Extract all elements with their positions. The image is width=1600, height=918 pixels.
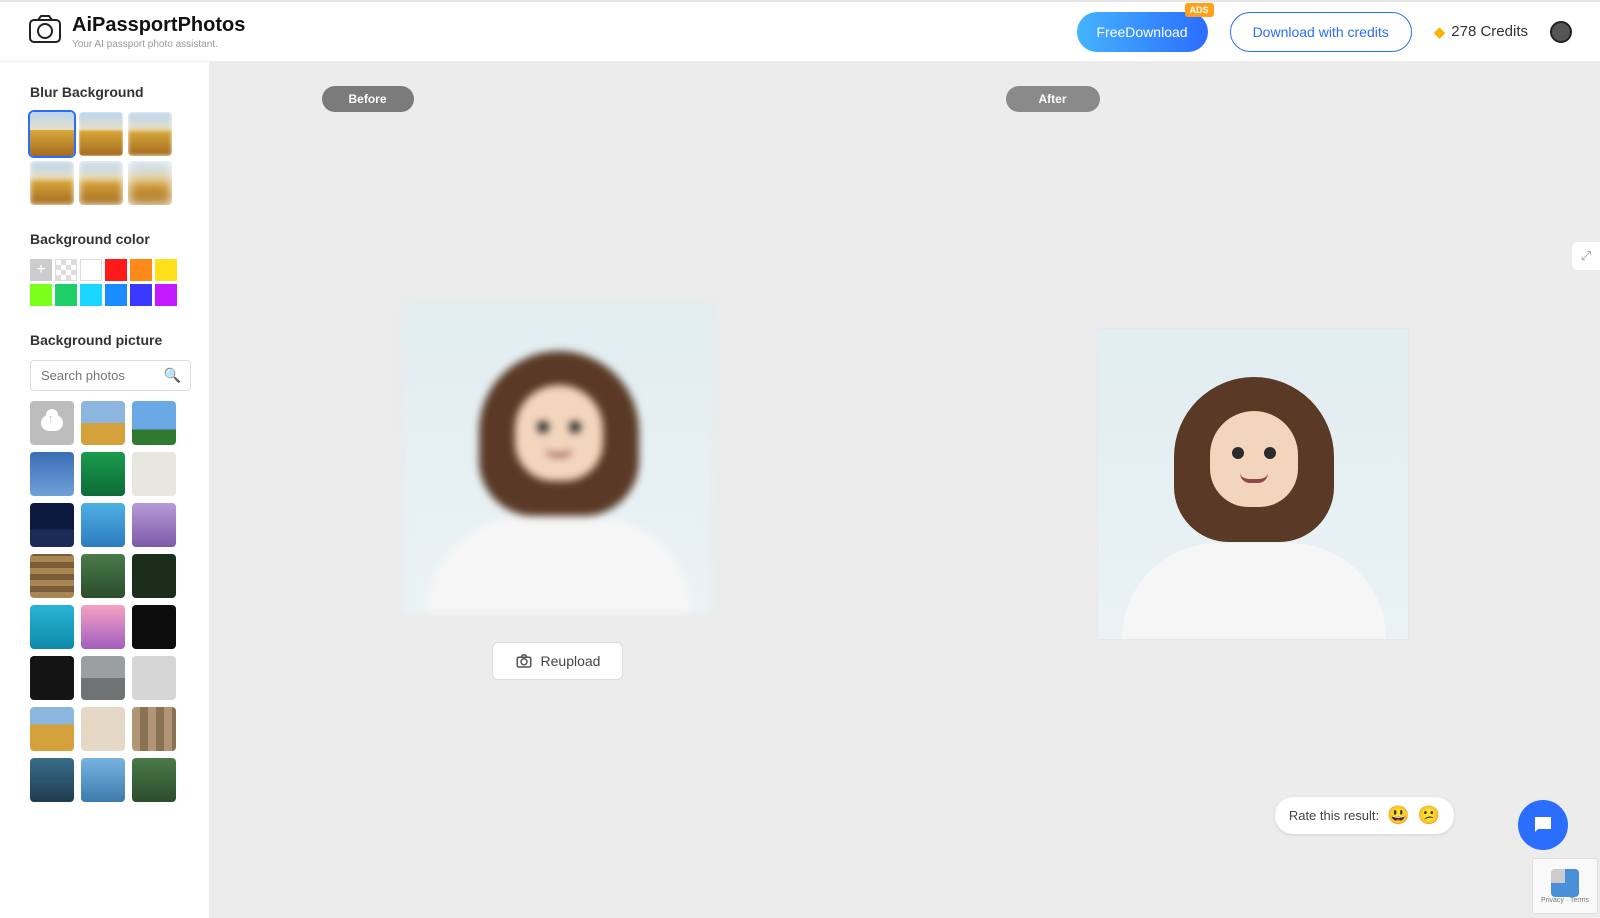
- color-swatch-green[interactable]: [55, 284, 77, 306]
- help-chat-button[interactable]: [1518, 800, 1568, 850]
- blur-option-4[interactable]: [30, 161, 74, 205]
- blur-options: [30, 112, 191, 205]
- color-swatch-skyblue[interactable]: [105, 284, 127, 306]
- reupload-button[interactable]: Reupload: [492, 642, 624, 680]
- diamond-icon: ◆: [1434, 23, 1446, 41]
- reupload-label: Reupload: [541, 653, 601, 669]
- color-swatch-lime[interactable]: [30, 284, 52, 306]
- rate-happy-icon[interactable]: 😃: [1387, 805, 1409, 826]
- credits-label: 278 Credits: [1451, 23, 1528, 40]
- rate-text: Rate this result:: [1289, 808, 1379, 823]
- header-actions: FreeDownload ADS Download with credits ◆…: [1077, 12, 1573, 52]
- bg-picture-thumb[interactable]: [81, 605, 125, 649]
- before-label: Before: [322, 86, 414, 112]
- ads-badge: ADS: [1185, 3, 1214, 17]
- bg-picture-thumb[interactable]: [81, 707, 125, 751]
- user-avatar-icon[interactable]: [1550, 21, 1572, 43]
- color-swatch-yellow[interactable]: [155, 259, 177, 281]
- header: AiPassportPhotos Your AI passport photo …: [0, 0, 1600, 62]
- recaptcha-icon: [1551, 869, 1579, 897]
- blur-option-1[interactable]: [30, 112, 74, 156]
- bg-picture-thumb[interactable]: [30, 452, 74, 496]
- upload-picture-button[interactable]: [30, 401, 74, 445]
- color-swatch-red[interactable]: [105, 259, 127, 281]
- rate-result-widget: Rate this result: 😃 😕: [1275, 797, 1454, 834]
- chat-bubble-icon: [1531, 813, 1555, 837]
- rate-sad-icon[interactable]: 😕: [1418, 805, 1440, 826]
- color-swatch-transparent[interactable]: [55, 259, 77, 281]
- recaptcha-text: Privacy · Terms: [1541, 897, 1589, 904]
- color-swatch-orange[interactable]: [130, 259, 152, 281]
- bg-picture-thumb[interactable]: [30, 758, 74, 802]
- blur-option-5[interactable]: [79, 161, 123, 205]
- after-label: After: [1006, 86, 1100, 112]
- brand-subtitle: Your AI passport photo assistant.: [72, 39, 245, 50]
- background-color-heading: Background color: [30, 231, 191, 247]
- search-icon[interactable]: 🔍: [164, 367, 181, 384]
- before-image: [402, 302, 714, 614]
- bg-picture-thumb[interactable]: [81, 554, 125, 598]
- bg-picture-thumb[interactable]: [132, 758, 176, 802]
- bg-picture-thumb[interactable]: [132, 554, 176, 598]
- background-picture-grid: [30, 401, 191, 802]
- camera-reupload-icon: [515, 652, 533, 670]
- brand[interactable]: AiPassportPhotos Your AI passport photo …: [28, 14, 245, 50]
- camera-logo-icon: [28, 14, 62, 49]
- credits-display[interactable]: ◆ 278 Credits: [1434, 23, 1528, 41]
- brand-title: AiPassportPhotos: [72, 14, 245, 37]
- download-with-credits-button[interactable]: Download with credits: [1230, 12, 1412, 52]
- color-swatch-purple[interactable]: [155, 284, 177, 306]
- bg-picture-thumb[interactable]: [30, 503, 74, 547]
- add-color-swatch[interactable]: +: [30, 259, 52, 281]
- bg-picture-thumb[interactable]: [132, 707, 176, 751]
- cloud-upload-icon: [41, 415, 63, 431]
- recaptcha-badge: Privacy · Terms: [1532, 858, 1598, 914]
- bg-picture-thumb[interactable]: [132, 401, 176, 445]
- color-swatch-white[interactable]: [80, 259, 102, 281]
- after-image: [1097, 328, 1409, 640]
- bg-picture-thumb[interactable]: [132, 452, 176, 496]
- bg-picture-thumb[interactable]: [30, 605, 74, 649]
- blur-background-heading: Blur Background: [30, 84, 191, 100]
- bg-picture-thumb[interactable]: [81, 656, 125, 700]
- bg-picture-thumb[interactable]: [81, 758, 125, 802]
- bg-picture-thumb[interactable]: [30, 554, 74, 598]
- color-swatch-cyan[interactable]: [80, 284, 102, 306]
- color-swatch-blue[interactable]: [130, 284, 152, 306]
- bg-picture-thumb[interactable]: [132, 605, 176, 649]
- bg-picture-thumb[interactable]: [81, 452, 125, 496]
- bg-picture-thumb[interactable]: [30, 656, 74, 700]
- bg-picture-thumb[interactable]: [30, 707, 74, 751]
- after-panel: After: [905, 86, 1600, 918]
- bg-picture-thumb[interactable]: [81, 503, 125, 547]
- blur-option-6[interactable]: [128, 161, 172, 205]
- blur-option-2[interactable]: [79, 112, 123, 156]
- background-picture-heading: Background picture: [30, 332, 191, 348]
- expand-panel-button[interactable]: ⤢: [1572, 242, 1600, 270]
- editor-area: Before Reupload After ⤢ Rate this re: [210, 62, 1600, 918]
- bg-picture-thumb[interactable]: [132, 503, 176, 547]
- sidebar: Blur Background Background color + Backg…: [0, 62, 210, 918]
- free-download-label: FreeDownload: [1097, 24, 1188, 40]
- bg-picture-thumb[interactable]: [132, 656, 176, 700]
- free-download-button[interactable]: FreeDownload ADS: [1077, 12, 1208, 52]
- blur-option-3[interactable]: [128, 112, 172, 156]
- before-panel: Before Reupload: [210, 86, 905, 918]
- bg-picture-thumb[interactable]: [81, 401, 125, 445]
- color-swatches: +: [30, 259, 191, 306]
